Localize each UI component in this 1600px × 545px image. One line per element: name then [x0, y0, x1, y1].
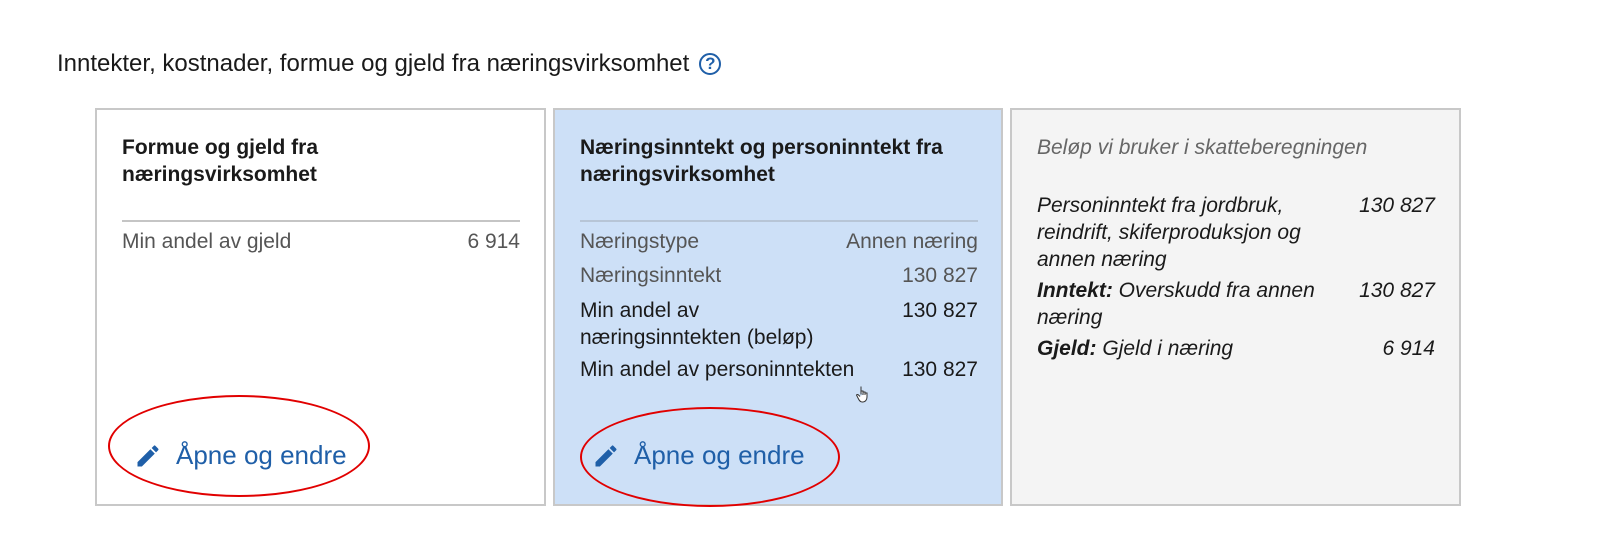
row-label: Inntekt: Overskudd fra annen næring — [1037, 277, 1337, 331]
row-share-personal-income: Min andel av personinntekten 130 827 — [580, 356, 978, 383]
card-tax-summary: Beløp vi bruker i skatteberegningen Pers… — [1010, 108, 1461, 506]
card-wealth-debt: Formue og gjeld fra næringsvirksomhet Mi… — [95, 108, 546, 506]
edit-wealth-debt-button[interactable]: Åpne og endre — [134, 440, 347, 471]
row-label-text: Gjeld i næring — [1102, 337, 1234, 360]
pencil-icon — [137, 444, 159, 466]
edit-label[interactable]: Åpne og endre — [634, 440, 805, 471]
card-business-income-title: Næringsinntekt og personinntekt fra næri… — [580, 136, 943, 186]
row-value: 130 827 — [1359, 279, 1435, 302]
row-business-type: Næringstype Annen næring — [580, 228, 978, 255]
divider — [580, 220, 978, 222]
hand-pointer-icon — [856, 386, 868, 403]
row-debt-share: Min andel av gjeld 6 914 — [122, 228, 520, 255]
row-share-business-income: Min andel av næringsinntekten (beløp) 13… — [580, 297, 978, 351]
section-title: Inntekter, kostnader, formue og gjeld fr… — [57, 50, 722, 78]
row-value: 6 914 — [1382, 337, 1435, 360]
edit-business-income-button[interactable]: Åpne og endre — [592, 440, 805, 471]
row-label: Næringsinntekt — [580, 264, 722, 287]
row-label: Personinntekt fra jordbruk, reindrift, s… — [1037, 192, 1337, 273]
row-value: 130 827 — [902, 299, 978, 322]
row-label: Min andel av gjeld — [122, 230, 292, 253]
summary-row-debt: Gjeld: Gjeld i næring 6 914 — [1037, 335, 1435, 362]
row-prefix: Inntekt: — [1037, 279, 1113, 302]
summary-row-income: Inntekt: Overskudd fra annen næring 130 … — [1037, 277, 1435, 331]
row-value: Annen næring — [846, 230, 978, 253]
row-label: Næringstype — [580, 230, 700, 253]
help-icon[interactable]: ? — [699, 53, 722, 75]
summary-row-personal-income: Personinntekt fra jordbruk, reindrift, s… — [1037, 192, 1435, 273]
row-label-text: Personinntekt fra jordbruk, reindrift, s… — [1037, 194, 1301, 271]
card-business-income: Næringsinntekt og personinntekt fra næri… — [553, 108, 1003, 507]
pencil-icon — [595, 444, 617, 466]
row-value: 130 827 — [902, 264, 978, 287]
row-label: Min andel av næringsinntekten (beløp) — [580, 299, 814, 349]
row-business-income: Næringsinntekt 130 827 — [580, 262, 978, 289]
row-prefix: Gjeld: — [1037, 337, 1097, 360]
row-label: Min andel av personinntekten — [580, 358, 855, 381]
row-value: 130 827 — [1359, 194, 1435, 217]
row-label: Gjeld: Gjeld i næring — [1037, 335, 1337, 362]
row-value: 130 827 — [902, 358, 978, 381]
section-title-text: Inntekter, kostnader, formue og gjeld fr… — [57, 50, 690, 77]
edit-label[interactable]: Åpne og endre — [176, 440, 347, 471]
divider — [122, 220, 520, 222]
card-tax-summary-title: Beløp vi bruker i skatteberegningen — [1037, 136, 1368, 159]
card-wealth-debt-title: Formue og gjeld fra næringsvirksomhet — [122, 136, 319, 186]
row-value: 6 914 — [467, 230, 520, 253]
